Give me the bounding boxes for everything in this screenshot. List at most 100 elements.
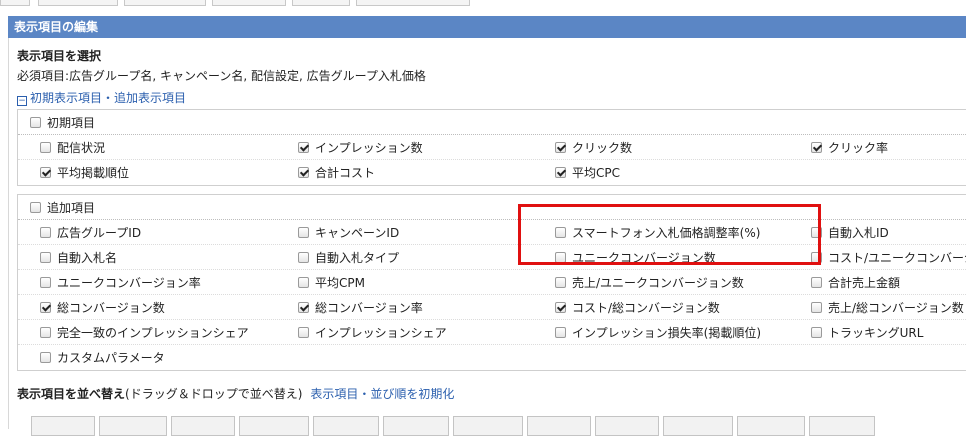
- additional-items-header[interactable]: 追加項目: [18, 195, 966, 220]
- column-option[interactable]: 自動入札タイプ: [298, 245, 399, 270]
- column-option[interactable]: 総コンバージョン数: [40, 295, 165, 320]
- sort-chip[interactable]: [313, 416, 379, 436]
- checkbox-checked-icon[interactable]: [40, 302, 51, 313]
- column-option[interactable]: 平均CPM: [298, 270, 365, 295]
- column-option[interactable]: インプレッションシェア: [298, 320, 447, 345]
- checkbox-unchecked-icon[interactable]: [555, 327, 566, 338]
- column-option[interactable]: 自動入札名: [40, 245, 117, 270]
- reset-order-link[interactable]: 表示項目・並び順を初期化: [310, 387, 454, 401]
- top-tab[interactable]: [124, 0, 206, 6]
- sort-chip[interactable]: [171, 416, 235, 436]
- panel-header: 表示項目の編集: [8, 16, 966, 38]
- top-tab[interactable]: [38, 0, 118, 6]
- checkbox-checked-icon[interactable]: [555, 167, 566, 178]
- column-option[interactable]: 売上/総コンバージョン数: [811, 295, 964, 320]
- checkbox-checked-icon[interactable]: [555, 302, 566, 313]
- collapse-toggle-link[interactable]: − 初期表示項目・追加表示項目: [17, 89, 186, 106]
- checkbox-checked-icon[interactable]: [298, 142, 309, 153]
- column-option-label: キャンペーンID: [315, 226, 400, 240]
- column-option-label: 広告グループID: [57, 226, 142, 240]
- sort-chip[interactable]: [527, 416, 591, 436]
- column-option[interactable]: 広告グループID: [40, 220, 141, 245]
- top-tab[interactable]: [212, 0, 286, 6]
- sort-chip[interactable]: [99, 416, 167, 436]
- checkbox-unchecked-icon[interactable]: [298, 227, 309, 238]
- checkbox-unchecked-icon[interactable]: [40, 277, 51, 288]
- top-tab[interactable]: [292, 0, 350, 6]
- column-option-label: 合計売上金額: [828, 276, 901, 290]
- column-option[interactable]: インプレッション損失率(掲載順位): [555, 320, 761, 345]
- sort-chip[interactable]: [737, 416, 805, 436]
- additional-items-row: カスタムパラメータ: [18, 345, 966, 370]
- column-option-label: インプレッション数: [315, 141, 423, 155]
- select-section-title: 表示項目を選択: [17, 49, 102, 63]
- additional-items-group: 追加項目 広告グループID キャンペーンID スマートフォン入札価格調整率(%) 自動…: [17, 194, 966, 371]
- column-option-label: 自動入札ID: [828, 226, 889, 240]
- checkbox-unchecked-icon[interactable]: [811, 327, 822, 338]
- column-option[interactable]: コスト/ユニークコンバージ: [811, 245, 966, 270]
- column-option[interactable]: ユニークコンバージョン率: [40, 270, 201, 295]
- checkbox-unchecked-icon[interactable]: [811, 252, 822, 263]
- column-option[interactable]: 平均CPC: [555, 160, 620, 185]
- column-option[interactable]: コスト/総コンバージョン数: [555, 295, 720, 320]
- additional-items-row: 総コンバージョン数 総コンバージョン率 コスト/総コンバージョン数 売上/総コンバージ…: [18, 295, 966, 320]
- checkbox-unchecked-icon[interactable]: [40, 327, 51, 338]
- column-option-label: 自動入札タイプ: [315, 251, 400, 265]
- checkbox-checked-icon[interactable]: [298, 302, 309, 313]
- sort-chip[interactable]: [453, 416, 523, 436]
- checkbox-unchecked-icon[interactable]: [298, 252, 309, 263]
- column-option[interactable]: 合計売上金額: [811, 270, 900, 295]
- checkbox-unchecked-icon[interactable]: [811, 227, 822, 238]
- column-option[interactable]: 完全一致のインプレッションシェア: [40, 320, 249, 345]
- checkbox-unchecked-icon[interactable]: [40, 227, 51, 238]
- checkbox-unchecked-icon[interactable]: [811, 277, 822, 288]
- checkbox-unchecked-icon[interactable]: [298, 277, 309, 288]
- top-tab[interactable]: [0, 0, 30, 6]
- column-option[interactable]: クリック数: [555, 135, 632, 160]
- checkbox-unchecked-icon[interactable]: [555, 277, 566, 288]
- checkbox-unchecked-icon[interactable]: [40, 352, 51, 363]
- additional-items-checkbox[interactable]: [30, 201, 41, 213]
- column-option-label: インプレッション損失率(掲載順位): [572, 326, 762, 340]
- column-option[interactable]: キャンペーンID: [298, 220, 399, 245]
- sort-hint: (ドラッグ＆ドロップで並べ替え): [125, 387, 303, 401]
- column-option[interactable]: 自動入札ID: [811, 220, 889, 245]
- sort-chip[interactable]: [31, 416, 95, 436]
- column-option[interactable]: インプレッション数: [298, 135, 423, 160]
- checkbox-unchecked-icon[interactable]: [555, 252, 566, 263]
- column-option[interactable]: 配信状況: [40, 135, 105, 160]
- checkbox-checked-icon[interactable]: [555, 142, 566, 153]
- column-option-label: 総コンバージョン数: [57, 301, 165, 315]
- checkbox-checked-icon[interactable]: [298, 167, 309, 178]
- column-option-label: トラッキングURL: [828, 326, 924, 340]
- checkbox-checked-icon[interactable]: [40, 167, 51, 178]
- checkbox-checked-icon[interactable]: [811, 142, 822, 153]
- column-option[interactable]: クリック率: [811, 135, 888, 160]
- initial-items-header[interactable]: 初期項目: [18, 110, 966, 135]
- additional-items-row: ユニークコンバージョン率 平均CPM 売上/ユニークコンバージョン数 合計売上金額: [18, 270, 966, 295]
- column-option[interactable]: 合計コスト: [298, 160, 375, 185]
- collapse-toggle-label: 初期表示項目・追加表示項目: [30, 91, 187, 105]
- column-option-label: 総コンバージョン率: [315, 301, 423, 315]
- sort-section: 表示項目を並べ替え(ドラッグ＆ドロップで並べ替え) 表示項目・並び順を初期化: [17, 385, 454, 402]
- initial-items-checkbox[interactable]: [30, 116, 41, 128]
- sort-chip[interactable]: [663, 416, 733, 436]
- sort-chip[interactable]: [595, 416, 659, 436]
- checkbox-unchecked-icon[interactable]: [811, 302, 822, 313]
- sort-chip[interactable]: [239, 416, 309, 436]
- checkbox-unchecked-icon[interactable]: [40, 252, 51, 263]
- column-option[interactable]: 売上/ユニークコンバージョン数: [555, 270, 744, 295]
- checkbox-unchecked-icon[interactable]: [40, 142, 51, 153]
- top-tab[interactable]: [356, 0, 470, 6]
- column-option[interactable]: ユニークコンバージョン数: [555, 245, 716, 270]
- column-option[interactable]: 平均掲載順位: [40, 160, 129, 185]
- column-option[interactable]: 総コンバージョン率: [298, 295, 423, 320]
- column-option[interactable]: トラッキングURL: [811, 320, 923, 345]
- column-option[interactable]: スマートフォン入札価格調整率(%): [555, 220, 760, 245]
- sort-chip[interactable]: [809, 416, 875, 436]
- checkbox-unchecked-icon[interactable]: [555, 227, 566, 238]
- sort-chip[interactable]: [383, 416, 449, 436]
- additional-items-row: 自動入札名 自動入札タイプ ユニークコンバージョン数 コスト/ユニークコンバージ: [18, 245, 966, 270]
- column-option[interactable]: カスタムパラメータ: [40, 345, 165, 370]
- checkbox-unchecked-icon[interactable]: [298, 327, 309, 338]
